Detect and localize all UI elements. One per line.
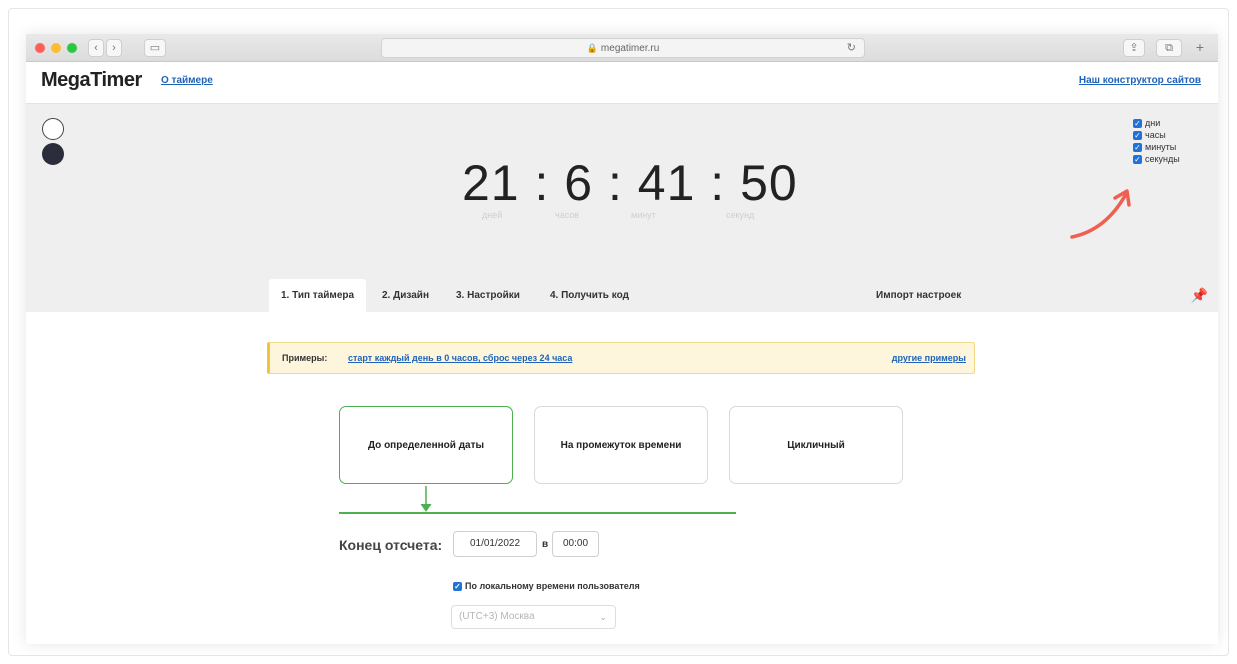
- type-cyclic-card[interactable]: Цикличный: [729, 406, 903, 484]
- check-hours[interactable]: ✓ часы: [1133, 129, 1180, 141]
- arrow-down-icon: [420, 486, 432, 512]
- dark-theme-toggle[interactable]: [42, 143, 64, 165]
- tabs-overview-icon[interactable]: ⧉: [1156, 39, 1182, 57]
- minimize-window-button[interactable]: [51, 43, 61, 53]
- example-link[interactable]: старт каждый день в 0 часов, сброс через…: [348, 343, 572, 373]
- checkbox-icon[interactable]: ✓: [1133, 142, 1142, 152]
- checkbox-icon[interactable]: ✓: [1133, 130, 1142, 140]
- maximize-window-button[interactable]: [67, 43, 77, 53]
- browser-toolbar: ‹ › ▭ 🔒 megatimer.ru ↻ ⇪ ⧉ +: [26, 34, 1218, 62]
- tab-settings[interactable]: 3. Настройки: [444, 279, 532, 312]
- checkbox-icon[interactable]: ✓: [453, 581, 462, 591]
- check-days[interactable]: ✓ дни: [1133, 117, 1180, 129]
- type-time-interval-card[interactable]: На промежуток времени: [534, 406, 708, 484]
- check-minutes[interactable]: ✓ минуты: [1133, 141, 1180, 153]
- local-time-option[interactable]: ✓ По локальному времени пользователя: [453, 581, 640, 591]
- tab-get-code[interactable]: 4. Получить код: [538, 279, 641, 312]
- type-until-date-card[interactable]: До определенной даты: [339, 406, 513, 484]
- reload-icon[interactable]: ↻: [847, 39, 856, 57]
- unit-checkboxes: ✓ дни ✓ часы ✓ минуты ✓ секунды: [1133, 117, 1180, 165]
- end-date-label: Конец отсчета:: [339, 537, 443, 553]
- tab-timer-type[interactable]: 1. Тип таймера: [269, 279, 367, 312]
- checkbox-icon[interactable]: ✓: [1133, 154, 1142, 164]
- lock-icon: 🔒: [586, 43, 598, 53]
- site-builder-link[interactable]: Наш конструктор сайтов: [1079, 75, 1201, 86]
- end-date-input[interactable]: 01/01/2022: [453, 531, 537, 557]
- import-settings-tab[interactable]: Импорт настроек: [864, 279, 973, 312]
- selection-underline: [339, 512, 736, 514]
- countdown-display: 21 : 6 : 41 : 50: [462, 155, 798, 211]
- light-theme-toggle[interactable]: [42, 118, 64, 140]
- checkbox-icon[interactable]: ✓: [1133, 118, 1142, 128]
- sidebar-icon[interactable]: ▭: [144, 39, 166, 57]
- back-icon[interactable]: ‹: [88, 39, 104, 57]
- forward-icon[interactable]: ›: [106, 39, 122, 57]
- browser-window: ‹ › ▭ 🔒 megatimer.ru ↻ ⇪ ⧉ + MegaTimer О …: [26, 34, 1218, 644]
- at-label: в: [542, 539, 549, 550]
- tab-design[interactable]: 2. Дизайн: [370, 279, 441, 312]
- site-header: MegaTimer О таймере Наш конструктор сайт…: [26, 62, 1218, 104]
- days-label: дней: [482, 210, 503, 220]
- hours-label: часов: [555, 210, 580, 220]
- address-bar[interactable]: 🔒 megatimer.ru ↻: [381, 38, 865, 58]
- settings-tabs: 1. Тип таймера 2. Дизайн 3. Настройки 4.…: [26, 279, 1218, 312]
- timezone-value: (UTC+3) Москва: [459, 611, 535, 622]
- about-link[interactable]: О таймере: [161, 75, 213, 86]
- more-examples-link[interactable]: другие примеры: [892, 343, 966, 373]
- site-logo[interactable]: MegaTimer: [41, 69, 142, 92]
- share-icon[interactable]: ⇪: [1123, 39, 1145, 57]
- examples-label: Примеры:: [282, 353, 328, 363]
- pin-icon[interactable]: 📌: [1191, 287, 1208, 304]
- chevron-down-icon: ⌄: [599, 612, 607, 622]
- check-seconds[interactable]: ✓ секунды: [1133, 153, 1180, 165]
- close-window-button[interactable]: [35, 43, 45, 53]
- examples-banner: Примеры: старт каждый день в 0 часов, сб…: [267, 342, 975, 374]
- seconds-label: секунд: [726, 210, 755, 220]
- local-time-label: По локальному времени пользователя: [465, 581, 640, 591]
- timezone-select[interactable]: (UTC+3) Москва ⌄: [451, 605, 616, 629]
- new-tab-icon[interactable]: +: [1190, 39, 1210, 57]
- url-text: megatimer.ru: [600, 43, 660, 54]
- annotation-arrow-icon: [1070, 189, 1131, 239]
- minutes-label: минут: [631, 210, 656, 220]
- end-time-input[interactable]: 00:00: [552, 531, 599, 557]
